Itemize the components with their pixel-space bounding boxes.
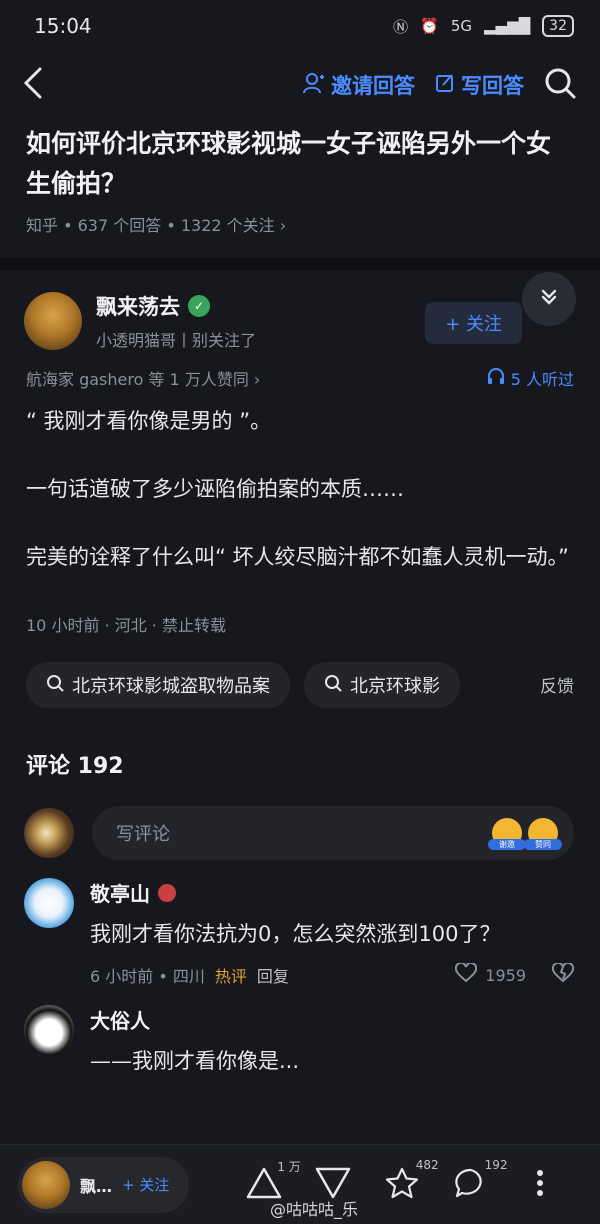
question-meta[interactable]: 知乎 • 637 个回答 • 1322 个关注 › bbox=[0, 204, 600, 236]
heart-icon bbox=[455, 961, 478, 987]
broken-heart-icon[interactable] bbox=[551, 961, 575, 987]
upvote-summary[interactable]: 航海家 gashero 等 1 万人赞同 › bbox=[26, 366, 260, 390]
reply-button[interactable]: 回复 bbox=[257, 963, 289, 987]
back-icon[interactable] bbox=[22, 66, 44, 104]
favorite-count: 482 bbox=[415, 1157, 439, 1172]
comments-heading: 评论 192 bbox=[26, 754, 124, 779]
upvote-row: 航海家 gashero 等 1 万人赞同 › 5 人听过 bbox=[0, 356, 600, 390]
alarm-icon: ⏰ bbox=[420, 17, 439, 35]
write-answer-label: 写回答 bbox=[461, 74, 524, 98]
signal-icon: ▂▄▆█ bbox=[484, 17, 531, 35]
commenter-name-row: 大俗人 bbox=[90, 1005, 574, 1034]
network-label: 5G bbox=[450, 17, 473, 35]
commenter-name-row: 敬亭山 bbox=[90, 878, 574, 907]
follow-button[interactable]: + 关注 bbox=[425, 302, 522, 344]
watermark: @咕咕咕_乐 bbox=[270, 1200, 359, 1219]
comment-body: 敬亭山 我刚才看你法抗为0，怎么突然涨到100了？ 6 小时前 • 四川 热评 … bbox=[90, 878, 575, 987]
status-icons: Ⓝ ⏰ 5G ▂▄▆█ 32 bbox=[393, 15, 574, 37]
search-icon[interactable] bbox=[544, 67, 576, 103]
top-nav: 邀请回答 写回答 bbox=[0, 52, 600, 118]
bottom-author-name: 飘… bbox=[80, 1176, 113, 1196]
question-title[interactable]: 如何评价北京环球影视城一女子诬陷另外一个女生偷拍？ bbox=[0, 122, 600, 204]
bottom-follow-button[interactable]: + 关注 bbox=[122, 1174, 169, 1195]
related-search-label: 北京环球影 bbox=[350, 676, 440, 697]
more-vertical-icon bbox=[536, 1169, 544, 1201]
answer-paragraph: “ 我刚才看你像是男的 ”。 bbox=[26, 409, 272, 433]
author-row: 飘来荡去 ✓ 小透明猫哥丨别关注了 + 关注 bbox=[0, 270, 600, 356]
comment-text: 我刚才看你法抗为0，怎么突然涨到100了？ bbox=[90, 922, 501, 946]
member-badge-icon bbox=[158, 883, 176, 902]
comment-time-location: 6 小时前 • 四川 bbox=[90, 967, 205, 986]
search-icon bbox=[46, 674, 64, 697]
author-avatar[interactable] bbox=[24, 292, 82, 350]
listen-count: 5 人听过 bbox=[510, 370, 574, 389]
edit-icon bbox=[435, 73, 455, 98]
section-divider bbox=[0, 258, 600, 270]
comment-bubble-icon bbox=[454, 1167, 488, 1203]
nav-actions: 邀请回答 写回答 bbox=[303, 67, 576, 103]
comment-placeholder: 写评论 bbox=[116, 824, 170, 845]
commenter-avatar[interactable] bbox=[24, 878, 74, 928]
commenter-name[interactable]: 大俗人 bbox=[90, 1005, 150, 1034]
hot-comment-badge: 热评 bbox=[214, 967, 247, 986]
answer-meta: 10 小时前 · 河北 · 禁止转载 bbox=[26, 616, 226, 635]
quick-emoji-group: 谢邀 赞同 bbox=[488, 818, 562, 850]
invite-answer-label: 邀请回答 bbox=[331, 74, 415, 98]
invite-answer-button[interactable]: 邀请回答 bbox=[303, 70, 415, 100]
nfc-icon: Ⓝ bbox=[393, 17, 409, 36]
answer-body: “ 我刚才看你像是男的 ”。 一句话道破了多少诬陷偷拍案的本质…… 完美的诠释了… bbox=[0, 390, 600, 576]
my-avatar[interactable] bbox=[24, 808, 74, 858]
like-button[interactable]: 1959 bbox=[455, 961, 526, 987]
favorite-button[interactable]: 482 bbox=[377, 1158, 439, 1210]
comment-item: 大俗人 ——我刚才看你像是... bbox=[0, 987, 600, 1080]
answer-paragraph: 完美的诠释了什么叫“ 坏人绞尽脑汁都不如蠢人灵机一动。” bbox=[26, 545, 569, 569]
bottom-author-chip[interactable]: 飘… + 关注 bbox=[18, 1156, 190, 1213]
related-search-chip[interactable]: 北京环球影城盗取物品案 bbox=[26, 662, 290, 708]
double-chevron-down-icon bbox=[539, 287, 559, 311]
comment-input[interactable]: 写评论 谢邀 赞同 bbox=[92, 806, 574, 860]
person-add-icon bbox=[303, 72, 325, 99]
feedback-button[interactable]: 反馈 bbox=[514, 662, 600, 706]
answer-paragraph: 一句话道破了多少诬陷偷拍案的本质…… bbox=[26, 477, 404, 501]
comment-count: 192 bbox=[484, 1157, 508, 1172]
comment-meta-left: 6 小时前 • 四川 热评 回复 bbox=[90, 963, 289, 987]
status-bar: 15:04 Ⓝ ⏰ 5G ▂▄▆█ 32 bbox=[0, 0, 600, 52]
upvote-count: 1 万 bbox=[277, 1159, 301, 1174]
listen-button[interactable]: 5 人听过 bbox=[487, 366, 574, 390]
like-count: 1959 bbox=[485, 965, 526, 985]
comment-actions: 1959 bbox=[455, 961, 575, 987]
thanks-emoji-icon[interactable]: 谢邀 bbox=[488, 818, 526, 850]
commenter-avatar[interactable] bbox=[24, 1005, 74, 1055]
agree-emoji-icon[interactable]: 赞同 bbox=[524, 818, 562, 850]
bottom-author-avatar bbox=[22, 1160, 70, 1209]
comment-text: ——我刚才看你像是... bbox=[90, 1049, 300, 1073]
status-time: 15:04 bbox=[34, 14, 92, 38]
comment-meta: 6 小时前 • 四川 热评 回复 1959 bbox=[90, 961, 575, 987]
author-name[interactable]: 飘来荡去 bbox=[96, 291, 180, 321]
star-icon bbox=[385, 1167, 419, 1203]
write-answer-button[interactable]: 写回答 bbox=[435, 70, 524, 100]
comment-input-row: 写评论 谢邀 赞同 bbox=[0, 780, 600, 860]
commenter-name[interactable]: 敬亭山 bbox=[90, 878, 150, 907]
search-icon bbox=[324, 674, 342, 697]
related-search-chip[interactable]: 北京环球影 bbox=[304, 662, 460, 708]
comment-button[interactable]: 192 bbox=[446, 1158, 508, 1210]
headphones-icon bbox=[487, 367, 505, 389]
more-button[interactable] bbox=[515, 1160, 565, 1210]
verified-badge-icon: ✓ bbox=[188, 295, 210, 317]
battery-indicator: 32 bbox=[542, 15, 574, 37]
related-search-tags: 北京环球影城盗取物品案 北京环球影 反馈 bbox=[0, 636, 600, 708]
comment-body: 大俗人 ——我刚才看你像是... bbox=[90, 1005, 574, 1080]
comment-item: 敬亭山 我刚才看你法抗为0，怎么突然涨到100了？ 6 小时前 • 四川 热评 … bbox=[0, 860, 600, 987]
collapse-button[interactable] bbox=[522, 272, 576, 326]
related-search-label: 北京环球影城盗取物品案 bbox=[72, 676, 270, 697]
